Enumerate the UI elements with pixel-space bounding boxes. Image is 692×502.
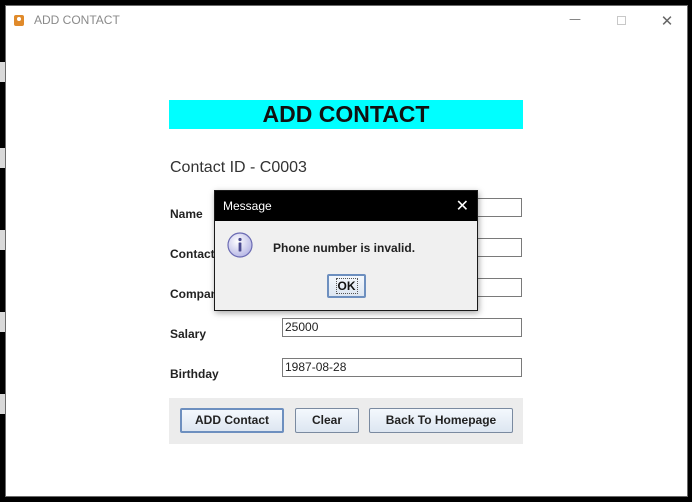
contact-id-label: Contact ID - C0003: [170, 159, 307, 176]
salary-field[interactable]: 25000: [282, 318, 522, 337]
salary-label: Salary: [170, 327, 207, 341]
contact-label: Contact: [170, 247, 215, 261]
close-button[interactable]: ✕: [644, 10, 690, 34]
window-titlebar[interactable]: ADD CONTACT — ✕: [6, 6, 687, 36]
dialog-close-button[interactable]: ✕: [456, 195, 469, 217]
back-to-homepage-button[interactable]: Back To Homepage: [369, 408, 513, 433]
dialog-titlebar[interactable]: Message ✕: [215, 191, 477, 221]
dialog-message: Phone number is invalid.: [273, 241, 416, 255]
desktop: ADD CONTACT — ✕ ADD CONTACT Contact ID -…: [0, 0, 692, 502]
birthday-label: Birthday: [170, 367, 219, 381]
maximize-icon: [616, 16, 626, 25]
page-heading: ADD CONTACT: [169, 100, 523, 129]
ok-button-label: OK: [335, 278, 358, 294]
minimize-button[interactable]: —: [552, 10, 598, 34]
window-title: ADD CONTACT: [34, 13, 120, 27]
maximize-button[interactable]: [598, 10, 644, 34]
info-icon: [227, 232, 253, 258]
contact-app-icon: [14, 15, 24, 26]
clear-button[interactable]: Clear: [295, 408, 359, 433]
add-contact-button[interactable]: ADD Contact: [180, 408, 284, 433]
message-dialog: Message ✕ Phone number is invalid. OK: [214, 190, 478, 311]
dialog-title: Message: [223, 199, 272, 213]
name-label: Name: [170, 207, 203, 221]
button-panel: ADD Contact Clear Back To Homepage: [169, 398, 523, 444]
birthday-field[interactable]: 1987-08-28: [282, 358, 522, 377]
ok-button[interactable]: OK: [327, 274, 366, 298]
company-label: Compan: [170, 287, 218, 301]
